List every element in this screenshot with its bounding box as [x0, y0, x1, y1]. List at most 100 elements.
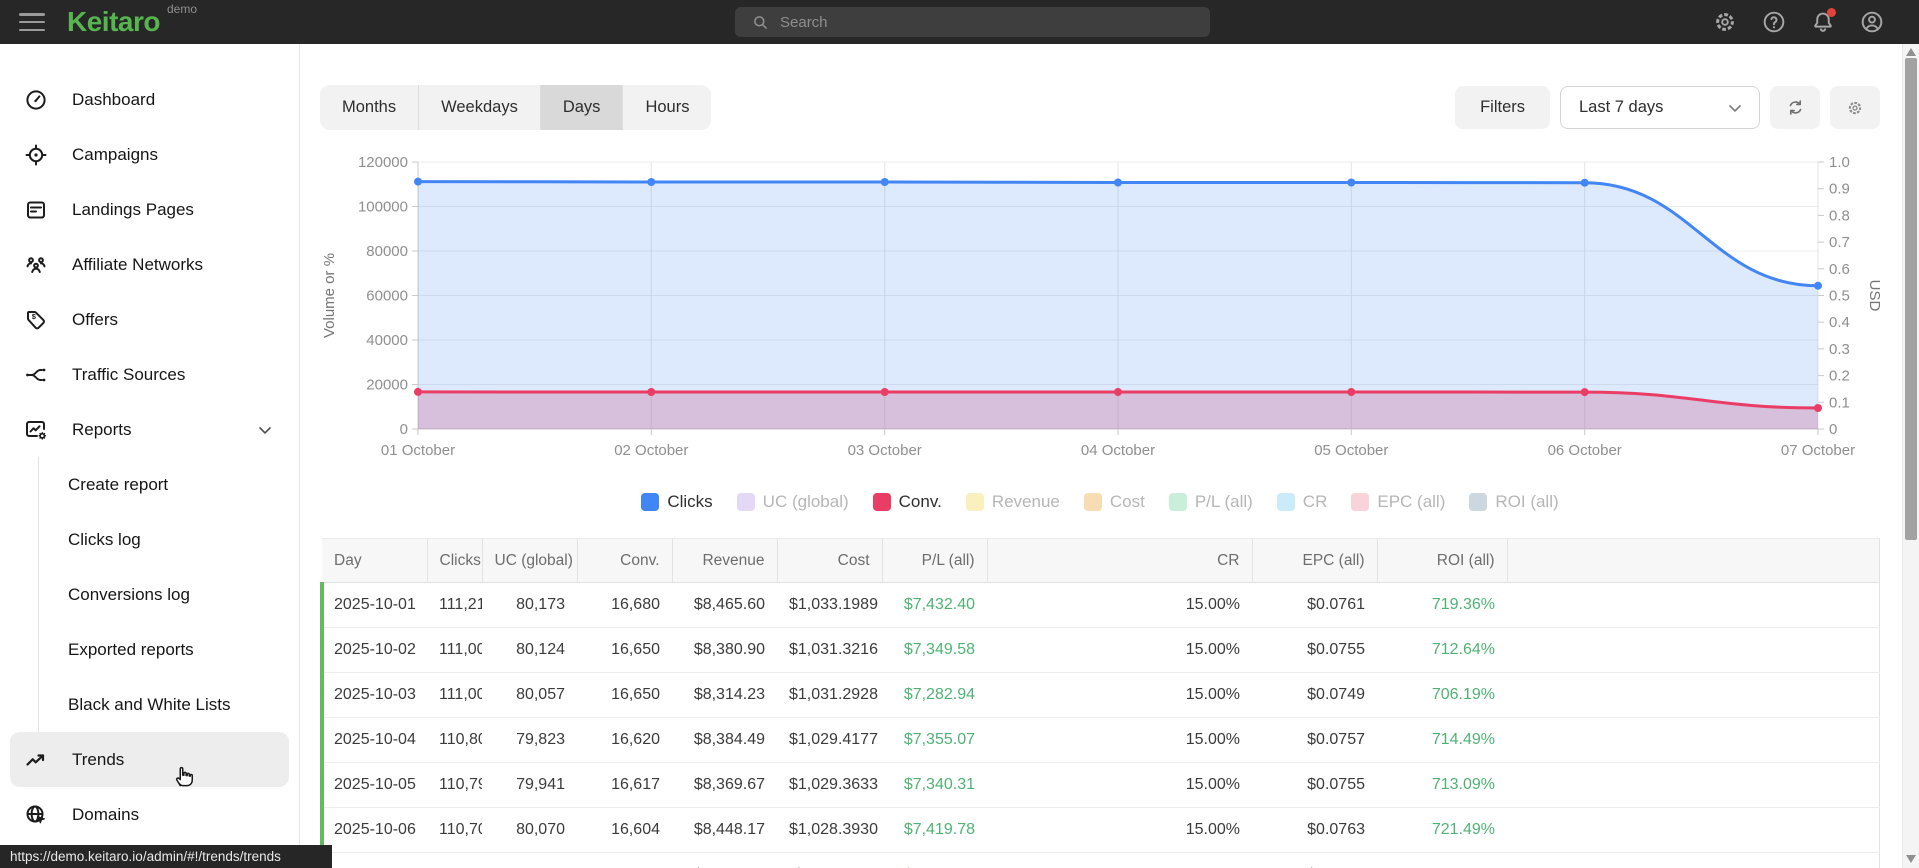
cell-day: 2025-10-07	[320, 852, 427, 868]
cell-conv: 16,680	[577, 582, 672, 628]
tab-months[interactable]: Months	[320, 85, 420, 130]
chevron-down-icon	[255, 420, 275, 440]
date-range-select[interactable]: Last 7 days	[1560, 86, 1760, 129]
chart-legend: Clicks UC (global) Conv. Revenue Cost P/L (al…	[320, 492, 1880, 512]
cell-clicks: 110,70	[427, 807, 482, 853]
chart-settings-button[interactable]	[1830, 86, 1880, 129]
legend-item-clicks[interactable]: Clicks	[641, 492, 713, 512]
cell-roi-all: 713.09%	[1377, 762, 1507, 808]
sidebar-item-traffic-sources[interactable]: Traffic Sources	[10, 347, 289, 402]
trends-table: Day Clicks UC (global) Conv. Revenue Cost P/L …	[320, 538, 1880, 868]
cell-uc-global: 44,457	[482, 852, 577, 868]
controls-row: Months Weekdays Days Hours Filters Last 7 d…	[320, 85, 1880, 130]
main-content: Months Weekdays Days Hours Filters Last 7 d…	[300, 44, 1919, 868]
sidebar-item-create-report[interactable]: Create report	[10, 457, 289, 512]
svg-text:60000: 60000	[366, 288, 408, 305]
help-icon[interactable]	[1761, 9, 1787, 35]
hamburger-menu-icon[interactable]	[19, 13, 45, 31]
cell-epc-all: $0.0663	[1252, 852, 1377, 868]
table-row: 2025-10-05 110,79 79,941 16,617 $8,369.67 $1,…	[320, 762, 1880, 808]
gear-icon	[1846, 99, 1864, 117]
cell-p-l-all: $7,340.31	[882, 762, 987, 808]
cell-p-l-all: $7,432.40	[882, 582, 987, 628]
sidebar-item-clicks-log[interactable]: Clicks log	[10, 512, 289, 567]
cell-filler	[1507, 627, 1880, 673]
cell-conv: 16,650	[577, 627, 672, 673]
svg-text:120000: 120000	[358, 154, 408, 171]
global-search[interactable]	[735, 7, 1210, 37]
search-input[interactable]	[780, 13, 1200, 31]
legend-swatch	[736, 493, 755, 511]
legend-item-p-l-all[interactable]: P/L (all)	[1168, 492, 1253, 512]
sidebar-item-reports[interactable]: Reports	[10, 402, 289, 457]
notifications-bell-icon[interactable]	[1810, 8, 1836, 35]
filters-button[interactable]: Filters	[1455, 86, 1550, 129]
svg-text:02 October: 02 October	[614, 442, 688, 459]
table-row: 2025-10-06 110,70 80,070 16,604 $8,448.17 $1,…	[320, 807, 1880, 853]
account-icon[interactable]	[1859, 9, 1885, 35]
settings-icon[interactable]	[1712, 9, 1738, 35]
cell-cr: 15.00%	[987, 627, 1252, 673]
brand-suffix: demo	[166, 2, 197, 16]
sidebar-item-label: Affiliate Networks	[72, 254, 204, 274]
legend-item-epc-all[interactable]: EPC (all)	[1351, 492, 1445, 512]
legend-item-cost[interactable]: Cost	[1083, 492, 1145, 512]
sidebar-item-trends[interactable]: Trends	[10, 732, 289, 787]
cell-uc-global: 80,124	[482, 627, 577, 673]
refresh-button[interactable]	[1770, 86, 1820, 129]
sidebar-item-conversions-log[interactable]: Conversions log	[10, 567, 289, 622]
topbar-icons	[1712, 0, 1885, 44]
tab-weekdays[interactable]: Weekdays	[419, 85, 541, 130]
tab-days[interactable]: Days	[540, 85, 624, 130]
sidebar-item-domains[interactable]: Domains	[10, 787, 289, 842]
svg-text:0.4: 0.4	[1829, 314, 1850, 331]
legend-item-conv[interactable]: Conv.	[872, 492, 942, 512]
cell-day: 2025-10-02	[320, 627, 427, 673]
traffic-icon	[24, 363, 48, 387]
legend-label: Cost	[1109, 492, 1145, 511]
search-icon	[751, 13, 770, 32]
cell-uc-global: 80,173	[482, 582, 577, 628]
sidebar-item-label: Black and White Lists	[68, 694, 231, 714]
legend-item-cr[interactable]: CR	[1276, 492, 1328, 512]
scrollbar-up-arrow[interactable]	[1906, 48, 1916, 56]
col-header-conv: Conv.	[577, 538, 673, 583]
cell-roi-all: 706.19%	[1377, 672, 1507, 718]
scrollbar-thumb[interactable]	[1905, 58, 1917, 540]
sidebar-item-campaigns[interactable]: Campaigns	[10, 127, 289, 182]
cell-cost: $1,028.3930	[777, 807, 882, 853]
col-header-roi-all: ROI (all)	[1377, 538, 1508, 583]
table-row: 2025-10-01 111,21 80,173 16,680 $8,465.60 $1,…	[320, 582, 1880, 628]
sidebar-item-exported-reports[interactable]: Exported reports	[10, 622, 289, 677]
legend-label: EPC (all)	[1377, 492, 1446, 511]
offers-icon: $	[24, 308, 48, 332]
legend-label: Clicks	[667, 492, 713, 511]
legend-item-uc-global[interactable]: UC (global)	[736, 492, 849, 512]
sidebar-item-label: Landings Pages	[72, 199, 194, 219]
sidebar-item-black-and-white-lists[interactable]: Black and White Lists	[10, 677, 289, 732]
cell-roi-all: 714.07%	[1377, 852, 1507, 868]
cell-conv: 16,604	[577, 807, 672, 853]
col-header-p-l-all: P/L (all)	[882, 538, 988, 583]
cell-cost: $1,031.3216	[777, 627, 882, 673]
scrollbar-down-arrow[interactable]	[1906, 855, 1916, 863]
legend-label: CR	[1302, 492, 1328, 511]
svg-text:1.0: 1.0	[1829, 154, 1850, 171]
table-row: 2025-10-02 111,00 80,124 16,650 $8,380.90 $1,…	[320, 627, 1880, 673]
sidebar-item-affiliate-networks[interactable]: Affiliate Networks	[10, 237, 289, 292]
tab-hours[interactable]: Hours	[623, 85, 711, 130]
legend-label: ROI (all)	[1495, 492, 1559, 511]
sidebar-item-label: Conversions log	[68, 584, 190, 604]
cell-roi-all: 714.49%	[1377, 717, 1507, 763]
svg-text:USD: USD	[1866, 280, 1880, 312]
col-header-filler	[1507, 538, 1880, 583]
vertical-scrollbar[interactable]	[1902, 44, 1919, 868]
sidebar-item-offers[interactable]: $ Offers	[10, 292, 289, 347]
reports-icon	[24, 418, 48, 442]
svg-text:01 October: 01 October	[381, 442, 455, 459]
sidebar-item-dashboard[interactable]: Dashboard	[10, 72, 289, 127]
cell-uc-global: 79,823	[482, 717, 577, 763]
legend-item-revenue[interactable]: Revenue	[965, 492, 1060, 512]
legend-item-roi-all[interactable]: ROI (all)	[1469, 492, 1559, 512]
sidebar-item-landings-pages[interactable]: Landings Pages	[10, 182, 289, 237]
